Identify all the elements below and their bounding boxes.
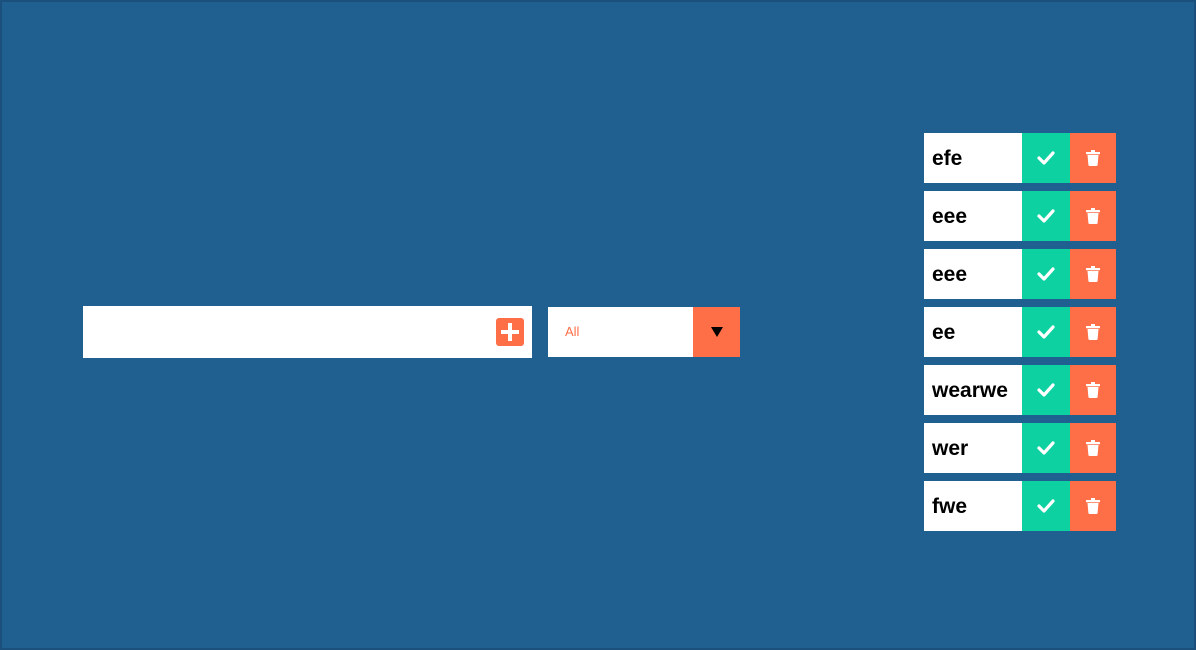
- check-icon: [1037, 383, 1055, 397]
- check-icon: [1037, 325, 1055, 339]
- complete-button[interactable]: [1022, 133, 1070, 183]
- check-icon: [1037, 499, 1055, 513]
- todo-input[interactable]: [83, 306, 483, 358]
- todo-text: eee: [932, 263, 968, 286]
- delete-button[interactable]: [1070, 307, 1116, 357]
- complete-button[interactable]: [1022, 423, 1070, 473]
- trash-icon: [1086, 208, 1100, 224]
- complete-button[interactable]: [1022, 191, 1070, 241]
- complete-button[interactable]: [1022, 249, 1070, 299]
- plus-square-icon: [496, 318, 524, 346]
- delete-button[interactable]: [1070, 133, 1116, 183]
- todo-list: efe eee eee ee wearwe wer fwe: [924, 133, 1116, 539]
- trash-icon: [1086, 324, 1100, 340]
- todo-text: wearwe: [932, 379, 1008, 402]
- delete-button[interactable]: [1070, 423, 1116, 473]
- todo-item: eee: [924, 249, 1116, 299]
- todo-text: ee: [932, 321, 956, 344]
- check-icon: [1037, 151, 1055, 165]
- delete-button[interactable]: [1070, 481, 1116, 531]
- todo-input-container: [83, 306, 532, 358]
- complete-button[interactable]: [1022, 365, 1070, 415]
- trash-icon: [1086, 498, 1100, 514]
- complete-button[interactable]: [1022, 307, 1070, 357]
- trash-icon: [1086, 382, 1100, 398]
- complete-button[interactable]: [1022, 481, 1070, 531]
- caret-down-icon: [710, 327, 723, 337]
- todo-text: efe: [932, 147, 963, 170]
- todo-item: ee: [924, 307, 1116, 357]
- delete-button[interactable]: [1070, 365, 1116, 415]
- filter-select[interactable]: All: [548, 307, 740, 357]
- todo-item: eee: [924, 191, 1116, 241]
- todo-item: fwe: [924, 481, 1116, 531]
- todo-item: wer: [924, 423, 1116, 473]
- add-todo-button[interactable]: [496, 318, 524, 346]
- todo-app: All efe eee eee ee wearwe wer fwe: [0, 0, 1196, 650]
- check-icon: [1037, 267, 1055, 281]
- delete-button[interactable]: [1070, 249, 1116, 299]
- trash-icon: [1086, 266, 1100, 282]
- todo-item: wearwe: [924, 365, 1116, 415]
- filter-selected-value[interactable]: All: [565, 307, 579, 357]
- check-icon: [1037, 441, 1055, 455]
- todo-text: wer: [932, 437, 969, 460]
- todo-text: fwe: [932, 495, 968, 518]
- trash-icon: [1086, 440, 1100, 456]
- check-icon: [1037, 209, 1055, 223]
- trash-icon: [1086, 150, 1100, 166]
- todo-text: eee: [932, 205, 968, 228]
- todo-item: efe: [924, 133, 1116, 183]
- filter-dropdown-button[interactable]: [693, 307, 740, 357]
- delete-button[interactable]: [1070, 191, 1116, 241]
